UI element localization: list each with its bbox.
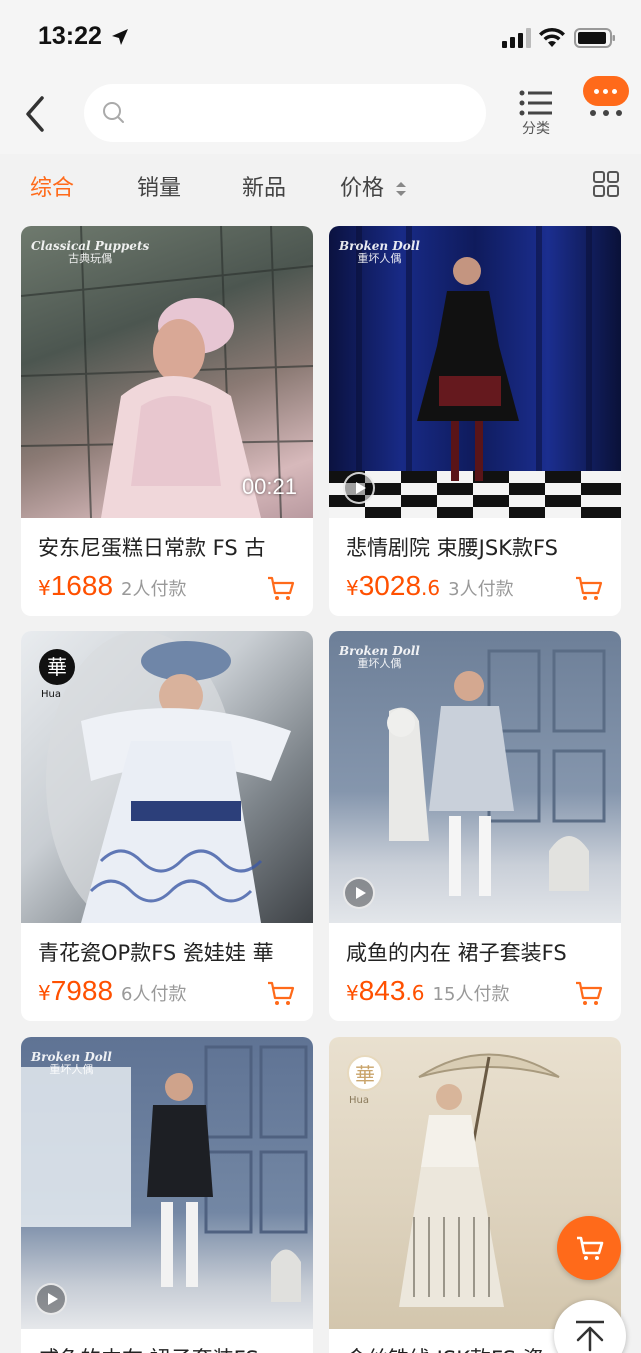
cart-icon[interactable]: [267, 576, 295, 602]
price-value: 7988: [50, 975, 114, 1006]
price-value: 3028: [358, 570, 422, 601]
category-label: 分类: [522, 121, 550, 137]
wifi-icon: [539, 27, 565, 47]
price-decimal: .6: [405, 981, 425, 1005]
cart-icon: [577, 1236, 604, 1260]
product-card[interactable]: Broken Doll 重坏人偶 悲情剧院 束腰JSK款FS ¥3028.6 3人…: [329, 226, 621, 616]
grid-icon[interactable]: [592, 170, 620, 198]
list-icon: [519, 90, 552, 116]
tab-price-label: 价格: [340, 176, 385, 201]
scroll-top-button[interactable]: [554, 1300, 626, 1353]
price-symbol: ¥: [38, 981, 51, 1005]
sort-bar: 综合 销量 新品 价格: [0, 154, 641, 218]
sort-arrows-icon: [396, 182, 407, 196]
brand-watermark: Broken Doll 重坏人偶: [31, 1050, 112, 1077]
room-scene: [21, 1045, 308, 1302]
price-symbol: ¥: [346, 576, 359, 600]
brand-subtitle: Hua: [41, 689, 61, 700]
more-button[interactable]: [583, 76, 629, 122]
brand-name-cn: 重坏人偶: [357, 252, 402, 266]
cart-icon[interactable]: [575, 576, 603, 602]
brand-logo: 華: [39, 649, 75, 685]
battery-icon: [574, 28, 615, 48]
floating-cart-button[interactable]: [557, 1216, 621, 1280]
more-icon: [583, 76, 629, 106]
tab-price[interactable]: 价格: [340, 170, 407, 202]
statue-room-scene: [387, 649, 606, 896]
brand-name-cn: 古典玩偶: [68, 252, 113, 266]
brand-logo: 華: [347, 1055, 383, 1091]
product-card[interactable]: 華 Hua 青花瓷OP款FS 瓷娃娃 華 ¥7988 6人付款: [21, 631, 313, 1021]
category-button[interactable]: 分类: [508, 90, 564, 146]
price-decimal: .6: [421, 576, 441, 600]
paid-count: 2人付款: [121, 579, 187, 600]
search-input[interactable]: [84, 84, 486, 142]
product-title: 悲情剧院 束腰JSK款FS: [346, 536, 559, 560]
price-symbol: ¥: [346, 981, 359, 1005]
product-image: Classical Puppets 古典玩偶 00:21: [21, 226, 313, 518]
paid-count: 6人付款: [121, 984, 187, 1005]
product-image: 華 Hua: [329, 1037, 621, 1329]
product-card[interactable]: Broken Doll 重坏人偶 咸鱼的内在 裙子套装FS ¥843.6 15人付…: [329, 631, 621, 1021]
back-icon[interactable]: [18, 92, 52, 136]
product-title: 青花瓷OP款FS 瓷娃娃 華: [38, 941, 274, 965]
status-bar: 13:22: [0, 0, 641, 74]
stage-scene: [329, 226, 621, 518]
brand-subtitle: Hua: [349, 1095, 369, 1106]
price-row: ¥3028.6 3人付款: [346, 570, 612, 606]
cart-icon[interactable]: [267, 981, 295, 1007]
price-value: 843: [358, 975, 406, 1006]
status-time: 13:22: [38, 22, 102, 50]
price-row: ¥1688 2人付款: [38, 570, 304, 606]
video-play-icon[interactable]: [343, 472, 375, 504]
tab-new[interactable]: 新品: [242, 170, 286, 202]
product-title: 咸鱼的内在 裙子套装FS: [346, 941, 567, 965]
header: 分类: [0, 74, 641, 154]
video-play-icon[interactable]: [343, 877, 375, 909]
product-title: 安东尼蛋糕日常款 FS 古: [38, 536, 266, 560]
brand-name-cn: 重坏人偶: [49, 1063, 94, 1077]
product-image: Broken Doll 重坏人偶: [21, 1037, 313, 1329]
brand-watermark: Broken Doll 重坏人偶: [339, 239, 420, 266]
cart-icon[interactable]: [575, 981, 603, 1007]
product-title: 咸鱼的内在 裙子套装FS: [38, 1343, 304, 1353]
cellular-signal-icon: [502, 28, 531, 48]
tab-sales[interactable]: 销量: [137, 170, 181, 202]
location-arrow-icon: [112, 29, 128, 45]
brand-watermark: Broken Doll 重坏人偶: [339, 644, 420, 671]
brand-watermark: Classical Puppets 古典玩偶: [31, 239, 149, 266]
product-image: 華 Hua: [21, 631, 313, 923]
more-dots-icon: [588, 110, 624, 118]
search-icon: [103, 102, 124, 123]
video-duration: 00:21: [241, 474, 297, 499]
paid-count: 15人付款: [432, 984, 510, 1005]
product-card[interactable]: Broken Doll 重坏人偶 咸鱼的内在 裙子套装FS: [21, 1037, 313, 1353]
paid-count: 3人付款: [448, 579, 514, 600]
brand-name-cn: 重坏人偶: [357, 657, 402, 671]
price-value: 1688: [50, 570, 114, 601]
product-image: Broken Doll 重坏人偶: [329, 226, 621, 518]
video-play-icon[interactable]: [35, 1283, 67, 1315]
tab-comprehensive[interactable]: 综合: [30, 170, 74, 202]
price-symbol: ¥: [38, 576, 51, 600]
price-row: ¥843.6 15人付款: [346, 975, 612, 1011]
product-card[interactable]: Classical Puppets 古典玩偶 00:21 安东尼蛋糕日常款 FS…: [21, 226, 313, 616]
scroll-top-icon: [576, 1320, 604, 1352]
product-image: Broken Doll 重坏人偶: [329, 631, 621, 923]
price-row: ¥7988 6人付款: [38, 975, 304, 1011]
